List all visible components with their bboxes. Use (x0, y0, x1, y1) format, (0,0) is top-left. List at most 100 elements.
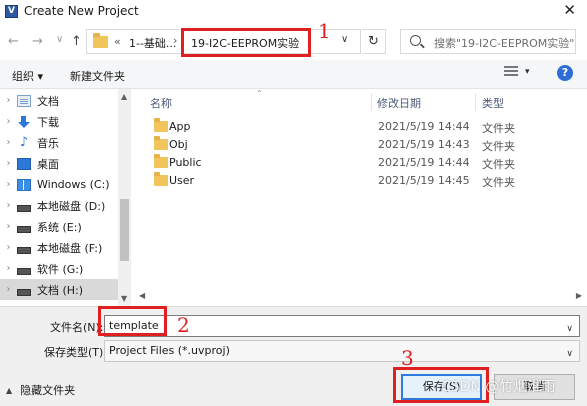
sidebar-item-label: 本地磁盘 (D:) (37, 199, 106, 213)
title-bar: V Create New Project ✕ (0, 0, 587, 22)
filename-field[interactable]: template ∨ (104, 315, 580, 337)
expand-chevron-icon[interactable]: › (0, 200, 17, 211)
back-icon[interactable]: ← (8, 34, 19, 49)
expand-chevron-icon[interactable]: › (0, 116, 17, 127)
table-row[interactable]: Public 2021/5/19 14:44 文件夹 (145, 154, 585, 172)
scroll-right-icon[interactable]: ▶ (576, 291, 582, 300)
expand-chevron-icon[interactable]: › (0, 263, 17, 274)
view-dropdown-icon[interactable]: ▾ (525, 67, 530, 77)
file-type: 文件夹 (482, 158, 515, 171)
refresh-icon: ↻ (368, 34, 379, 49)
search-icon (410, 35, 421, 46)
annotation-number-3: 3 (401, 346, 414, 370)
sidebar-item-label: 文档 (37, 94, 59, 108)
filename-label: 文件名(N): (50, 321, 104, 334)
drive-icon (17, 246, 31, 254)
folder-icon (93, 33, 108, 48)
column-divider[interactable] (475, 93, 476, 111)
table-row[interactable]: User 2021/5/19 14:45 文件夹 (145, 172, 585, 190)
chevron-down-icon[interactable]: ∨ (566, 319, 573, 339)
search-placeholder: 搜索"19-I2C-EEPROM实验" (434, 37, 575, 50)
sidebar-item-music[interactable]: › ♪ 音乐 (0, 132, 118, 153)
caret-up-icon: ▲ (6, 385, 13, 395)
expand-chevron-icon[interactable]: › (0, 95, 17, 106)
table-row[interactable]: Obj 2021/5/19 14:43 文件夹 (145, 136, 585, 154)
chevron-down-icon[interactable]: ∨ (566, 344, 573, 364)
up-icon[interactable]: ↑ (71, 34, 82, 49)
folder-icon (154, 172, 168, 186)
sidebar-item-documents[interactable]: › 文档 (0, 90, 118, 111)
file-type: 文件夹 (482, 176, 515, 189)
expand-chevron-icon[interactable]: › (0, 242, 17, 253)
file-name: App (169, 120, 191, 133)
music-icon: ♪ (19, 134, 29, 150)
recent-dropdown-icon[interactable]: ∨ (56, 34, 63, 45)
file-name: Obj (169, 138, 188, 151)
chevron-down-icon[interactable]: ∨ (341, 34, 348, 45)
scroll-thumb[interactable] (120, 199, 129, 261)
column-header-type[interactable]: 类型 (482, 95, 504, 111)
sidebar-item-drive-g[interactable]: › 软件 (G:) (0, 258, 118, 279)
sidebar-item-drive-h[interactable]: › 文档 (H:) (0, 279, 118, 300)
refresh-button[interactable]: ↻ (362, 29, 386, 54)
watermark: CSDN @竹烟淮雨 (441, 379, 556, 395)
new-folder-button[interactable]: 新建文件夹 (70, 68, 125, 84)
file-type: 文件夹 (482, 122, 515, 135)
drive-icon (17, 267, 31, 275)
scroll-down-icon[interactable]: ▼ (121, 294, 127, 303)
navigation-pane: › 文档 › 下载 › ♪ 音乐 › 桌面 › Windows (C:) › 本… (0, 89, 131, 306)
breadcrumb-separator[interactable]: › (173, 34, 177, 47)
breadcrumb-overflow[interactable]: « (114, 35, 121, 48)
column-divider[interactable] (371, 93, 372, 111)
sidebar-item-drive-f[interactable]: › 本地磁盘 (F:) (0, 237, 118, 258)
expand-chevron-icon[interactable]: › (0, 284, 17, 295)
desktop-icon (17, 157, 31, 170)
drive-icon (17, 288, 31, 296)
column-header-name[interactable]: 名称 (150, 95, 172, 111)
file-date: 2021/5/19 14:45 (378, 174, 470, 187)
breadcrumb-item[interactable]: 1--基础... (129, 35, 176, 51)
savetype-value: Project Files (*.uvproj) (109, 344, 230, 357)
table-row[interactable]: App 2021/5/19 14:44 文件夹 (145, 118, 585, 136)
sidebar-item-desktop[interactable]: › 桌面 (0, 153, 118, 174)
file-date: 2021/5/19 14:43 (378, 138, 470, 151)
folder-icon (154, 118, 168, 132)
column-header-date[interactable]: 修改日期 (377, 95, 421, 111)
folder-icon (154, 154, 168, 168)
scroll-up-icon[interactable]: ▲ (121, 92, 127, 101)
scroll-left-icon[interactable]: ◀ (139, 291, 145, 300)
windows-drive-icon (17, 178, 31, 191)
close-icon[interactable]: ✕ (563, 2, 576, 19)
documents-icon (17, 94, 31, 107)
sidebar-item-drive-d[interactable]: › 本地磁盘 (D:) (0, 195, 118, 216)
sidebar-item-label: 本地磁盘 (F:) (37, 241, 103, 255)
annotation-number-2: 2 (177, 313, 190, 337)
nav-scrollbar[interactable]: ▲ ▼ (118, 89, 131, 306)
expand-chevron-icon[interactable]: › (0, 137, 17, 148)
sidebar-item-drive-c[interactable]: › Windows (C:) (0, 174, 118, 195)
savetype-select[interactable]: Project Files (*.uvproj) ∨ (104, 340, 580, 362)
expand-chevron-icon[interactable]: › (0, 179, 17, 190)
sidebar-item-drive-e[interactable]: › 系统 (E:) (0, 216, 118, 237)
hide-folders-toggle[interactable]: ▲ 隐藏文件夹 (6, 382, 75, 398)
file-name: User (169, 174, 195, 187)
expand-chevron-icon[interactable]: › (0, 158, 17, 169)
sidebar-item-label: 系统 (E:) (37, 220, 82, 234)
annotation-box-1 (181, 28, 311, 57)
expand-chevron-icon[interactable]: › (0, 221, 17, 232)
organize-button[interactable]: 组织 ▾ (12, 68, 43, 84)
window-title: Create New Project (24, 4, 139, 18)
sidebar-item-downloads[interactable]: › 下载 (0, 111, 118, 132)
help-icon[interactable]: ? (557, 65, 573, 81)
horizontal-scrollbar[interactable]: ◀ ▶ (131, 289, 587, 304)
file-type: 文件夹 (482, 140, 515, 153)
view-options-icon[interactable] (504, 66, 518, 78)
sidebar-item-label: 文档 (H:) (37, 283, 84, 297)
forward-icon[interactable]: → (32, 34, 43, 49)
sidebar-item-label: 软件 (G:) (37, 262, 84, 276)
sort-indicator-icon: ⌃ (256, 89, 263, 98)
drive-icon (17, 204, 31, 212)
search-input[interactable]: 搜索"19-I2C-EEPROM实验" (400, 29, 576, 54)
sidebar-item-label: 下载 (37, 115, 59, 129)
command-toolbar: 组织 ▾ 新建文件夹 ▾ ? (0, 60, 587, 89)
